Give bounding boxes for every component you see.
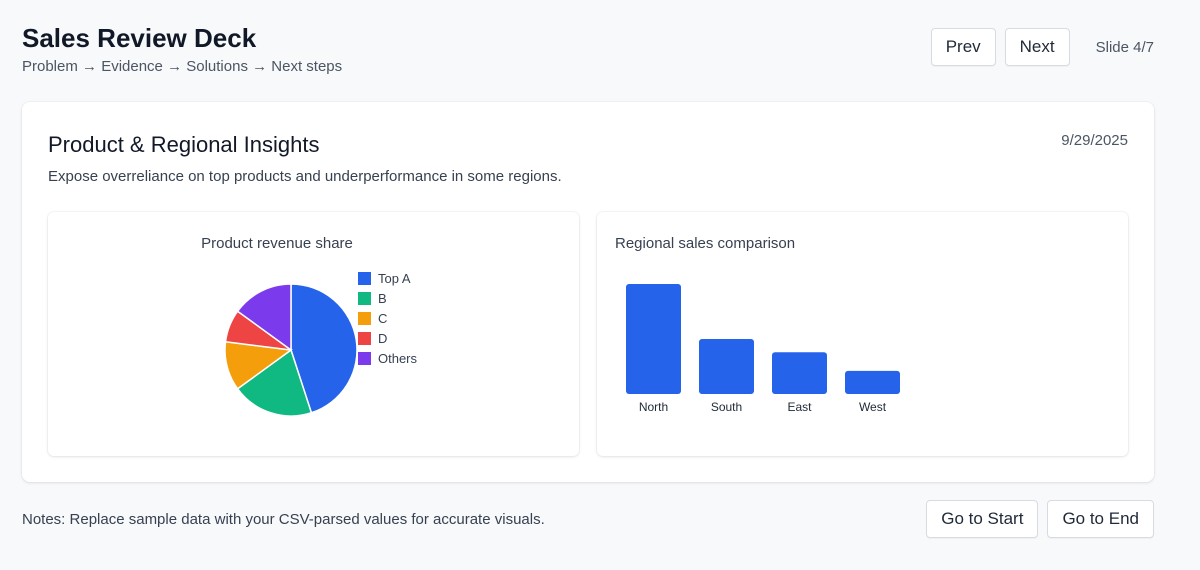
x-tick-north: North <box>639 400 668 414</box>
go-to-end-button[interactable]: Go to End <box>1047 500 1154 538</box>
slide-notes: Notes: Replace sample data with your CSV… <box>22 511 545 528</box>
bar-chart: Regional sales comparison North South East… <box>615 235 900 414</box>
footer-navigation: Go to Start Go to End <box>917 500 1154 538</box>
bar-south <box>699 339 754 394</box>
pie-chart-title: Product revenue share <box>201 235 353 252</box>
legend-swatch-d <box>358 332 371 345</box>
bar-chart-title: Regional sales comparison <box>615 235 795 252</box>
legend-label-d: D <box>378 331 387 346</box>
x-tick-east: East <box>787 400 812 414</box>
pie-chart: Product revenue share Top A BCD Others <box>201 235 418 417</box>
deck-title: Sales Review Deck <box>22 23 257 53</box>
go-to-start-button[interactable]: Go to Start <box>926 500 1039 538</box>
legend-swatch-others <box>358 352 371 365</box>
deck-header: Sales Review Deck Problem → Evidence → S… <box>22 22 342 75</box>
slide-date: 9/29/2025 <box>1061 132 1128 149</box>
next-button[interactable]: Next <box>1004 28 1070 66</box>
x-tick-west: West <box>859 400 887 414</box>
legend-label-b: B <box>378 291 387 306</box>
slide-title: Product & Regional Insights <box>48 132 320 157</box>
deck-subtitle: Problem → Evidence → Solutions → Next st… <box>22 58 343 75</box>
x-tick-south: South <box>711 400 742 414</box>
slide-indicator: Slide 4/7 <box>1095 38 1154 56</box>
legend-swatch-c <box>358 312 371 325</box>
pie-chart-panel: Product revenue share Top A B C D Others <box>48 212 579 456</box>
bar-west <box>845 370 900 394</box>
slide-navigation: Prev Next Slide 4/7 <box>930 28 1154 66</box>
legend-label-top-a: Top A <box>378 271 411 286</box>
bar-east <box>772 352 827 394</box>
legend-label-c: C <box>378 311 387 326</box>
bar-north <box>626 284 681 394</box>
prev-button[interactable]: Prev <box>930 28 996 66</box>
legend-label-others: Others <box>378 351 418 366</box>
legend-swatch-b <box>358 292 371 305</box>
slide-description: Expose overreliance on top products and … <box>48 168 562 185</box>
slide-card: Product & Regional Insights 9/29/2025 Ex… <box>22 102 1154 482</box>
legend-swatch-top-a <box>358 272 371 285</box>
bar-chart-panel: Regional sales comparison North South East… <box>597 212 1128 456</box>
